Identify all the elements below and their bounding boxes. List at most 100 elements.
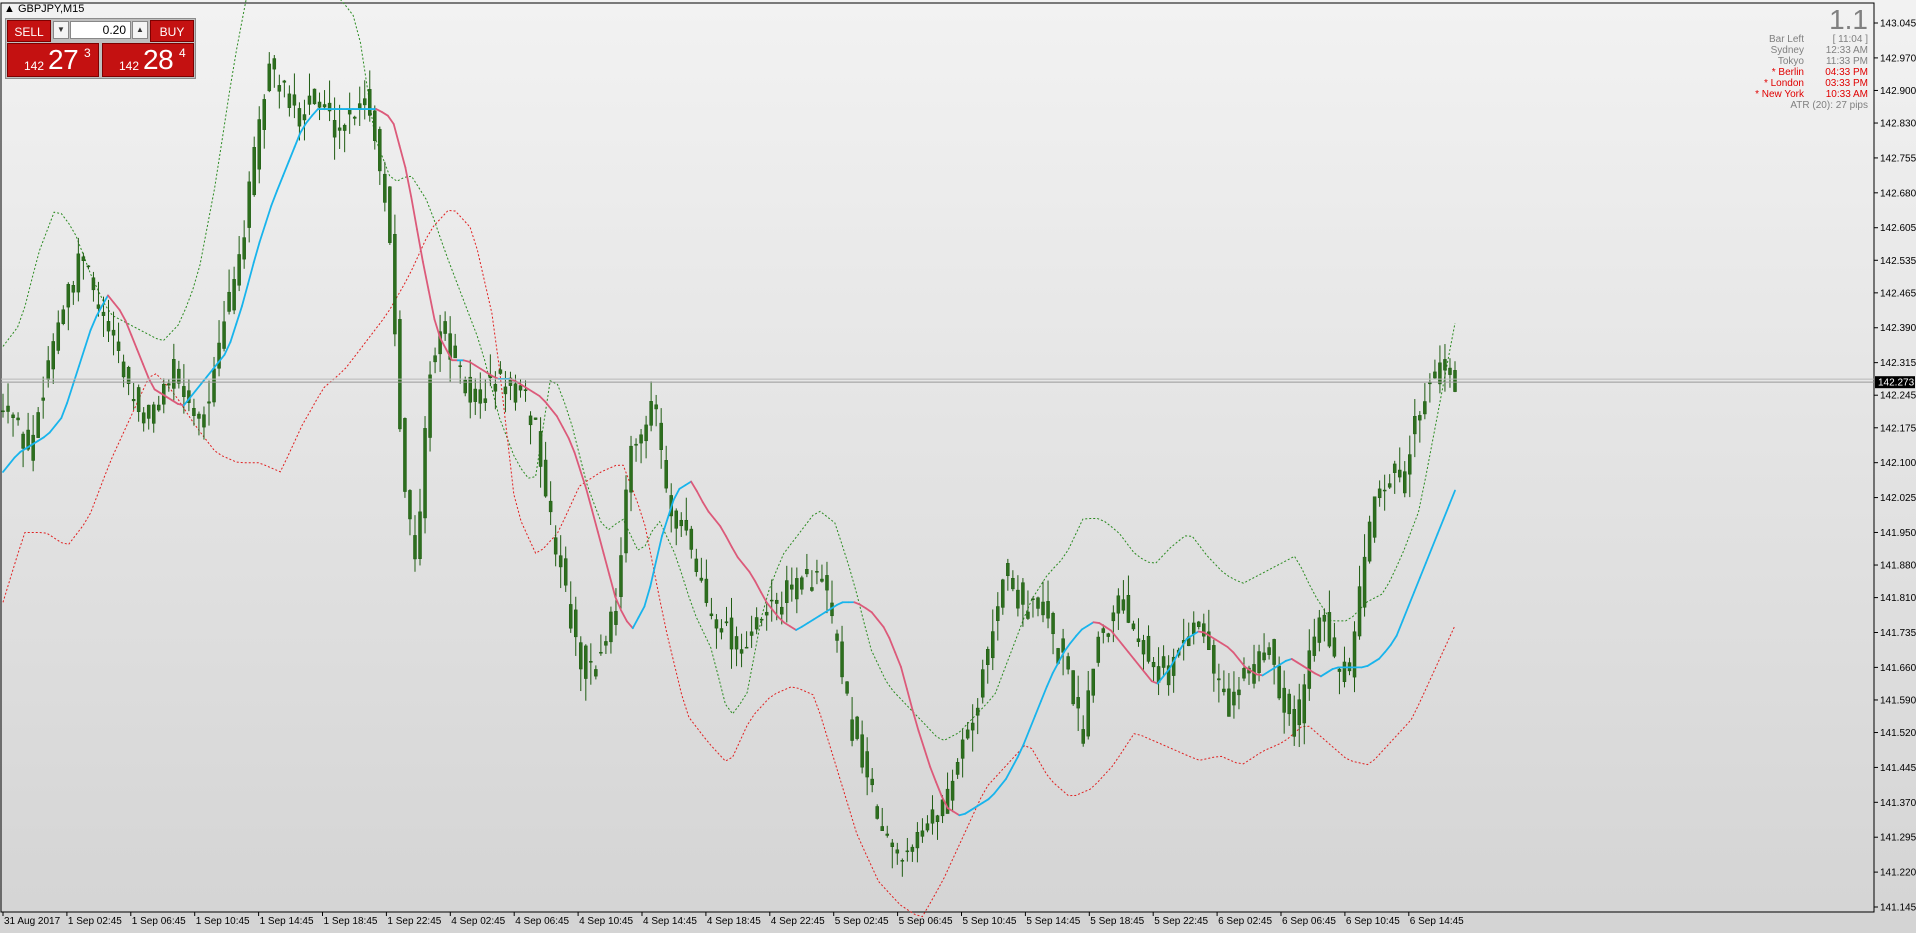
candle-body bbox=[141, 412, 146, 424]
candle-body bbox=[1227, 688, 1231, 717]
candle-body bbox=[754, 617, 759, 630]
candle-body bbox=[734, 636, 739, 650]
candle-body bbox=[1327, 612, 1332, 647]
candle-body bbox=[895, 849, 900, 854]
candle-body bbox=[614, 611, 618, 625]
candle-body bbox=[468, 376, 473, 403]
candle-body bbox=[955, 762, 960, 775]
candle-body bbox=[61, 309, 66, 324]
candle-body bbox=[1377, 488, 1382, 499]
candle-body bbox=[935, 815, 940, 823]
candle-body bbox=[579, 642, 583, 670]
candle-body bbox=[433, 355, 437, 363]
lot-decrease-button[interactable]: ▼ bbox=[53, 21, 69, 39]
candle-body bbox=[1066, 656, 1070, 670]
candle-body bbox=[1136, 638, 1141, 643]
candle-body bbox=[1297, 699, 1301, 726]
candle-body bbox=[518, 385, 523, 391]
candle-body bbox=[86, 265, 91, 268]
candle-body bbox=[845, 681, 849, 694]
info-label: * New York bbox=[1755, 89, 1804, 100]
candle-body bbox=[785, 580, 789, 603]
candle-body bbox=[1051, 613, 1055, 635]
candle-body bbox=[724, 621, 729, 624]
x-tick-label: 4 Sep 06:45 bbox=[515, 916, 569, 927]
candle-body bbox=[970, 722, 975, 731]
candle-body bbox=[980, 669, 985, 698]
candle-body bbox=[875, 806, 879, 819]
sell-price-box[interactable]: 142 27 3 bbox=[7, 43, 99, 77]
candle-body bbox=[925, 823, 930, 831]
candle-body bbox=[483, 398, 488, 403]
candle-body bbox=[81, 256, 86, 262]
candle-body bbox=[930, 809, 935, 824]
candle-body bbox=[222, 321, 226, 349]
lot-size-input[interactable]: 0.20 bbox=[70, 21, 131, 39]
chart-symbol-title: ▲ GBPJPY,M15 bbox=[4, 3, 84, 15]
candle-body bbox=[282, 80, 287, 83]
info-label: Tokyo bbox=[1777, 56, 1804, 67]
candle-body bbox=[297, 108, 302, 127]
candle-body bbox=[212, 368, 216, 403]
candle-body bbox=[644, 424, 648, 442]
candle-body bbox=[352, 116, 357, 119]
candle-body bbox=[362, 98, 367, 106]
info-value: 12:33 AM bbox=[1825, 45, 1868, 56]
candle-body bbox=[232, 279, 236, 311]
candle-body bbox=[1151, 661, 1156, 668]
candle-body bbox=[443, 321, 447, 334]
y-tick-label: 142.175 bbox=[1880, 423, 1916, 434]
collapse-triangle-icon[interactable]: ▲ bbox=[4, 3, 15, 15]
candle-body bbox=[1111, 612, 1116, 622]
candle-body bbox=[157, 404, 161, 411]
info-value: [ 11:04 ] bbox=[1832, 34, 1868, 45]
candle-body bbox=[1418, 415, 1422, 421]
candle-body bbox=[1282, 687, 1286, 713]
y-tick-label: 141.520 bbox=[1880, 728, 1916, 739]
candle-body bbox=[1202, 623, 1206, 637]
candle-body bbox=[378, 129, 382, 172]
buy-button[interactable]: BUY bbox=[150, 20, 194, 42]
candle-body bbox=[885, 833, 890, 836]
buy-price-box[interactable]: 142 28 4 bbox=[102, 43, 194, 77]
candle-body bbox=[428, 374, 432, 438]
candle-body bbox=[689, 528, 694, 550]
candle-body bbox=[91, 277, 96, 291]
candle-body bbox=[1217, 678, 1221, 681]
candle-body bbox=[151, 404, 156, 424]
candle-body bbox=[1242, 668, 1246, 679]
sell-button[interactable]: SELL bbox=[7, 20, 51, 42]
candle-body bbox=[287, 93, 292, 108]
candle-body bbox=[523, 389, 528, 392]
x-tick-label: 5 Sep 06:45 bbox=[899, 916, 953, 927]
y-tick-label: 141.950 bbox=[1880, 528, 1916, 539]
x-tick-label: 1 Sep 06:45 bbox=[132, 916, 186, 927]
candle-body bbox=[16, 417, 20, 421]
candle-body bbox=[146, 404, 151, 419]
candle-body bbox=[66, 284, 71, 308]
y-tick-label: 141.735 bbox=[1880, 628, 1916, 639]
candle-body bbox=[890, 842, 895, 847]
candle-body bbox=[277, 85, 282, 92]
candle-body bbox=[1212, 645, 1216, 674]
candle-body bbox=[1428, 382, 1432, 385]
candle-body bbox=[1332, 637, 1337, 657]
candle-body bbox=[629, 445, 633, 493]
candle-body bbox=[252, 147, 256, 196]
lot-increase-button[interactable]: ▲ bbox=[132, 21, 148, 39]
y-tick-label: 141.295 bbox=[1880, 833, 1916, 844]
candle-body bbox=[1126, 595, 1131, 623]
candle-body bbox=[996, 606, 1000, 621]
candle-body bbox=[453, 345, 457, 359]
candle-body bbox=[764, 611, 769, 616]
x-tick-label: 1 Sep 02:45 bbox=[68, 916, 122, 927]
sell-price-big: 142 bbox=[24, 59, 45, 73]
candle-body bbox=[307, 95, 312, 105]
candle-body bbox=[1362, 556, 1367, 608]
x-tick-label: 5 Sep 22:45 bbox=[1154, 916, 1208, 927]
candle-body bbox=[563, 558, 568, 586]
candle-body bbox=[1337, 668, 1342, 672]
candle-body bbox=[1322, 614, 1327, 622]
candle-body bbox=[192, 407, 196, 416]
sell-price-fraction: 3 bbox=[84, 46, 91, 60]
